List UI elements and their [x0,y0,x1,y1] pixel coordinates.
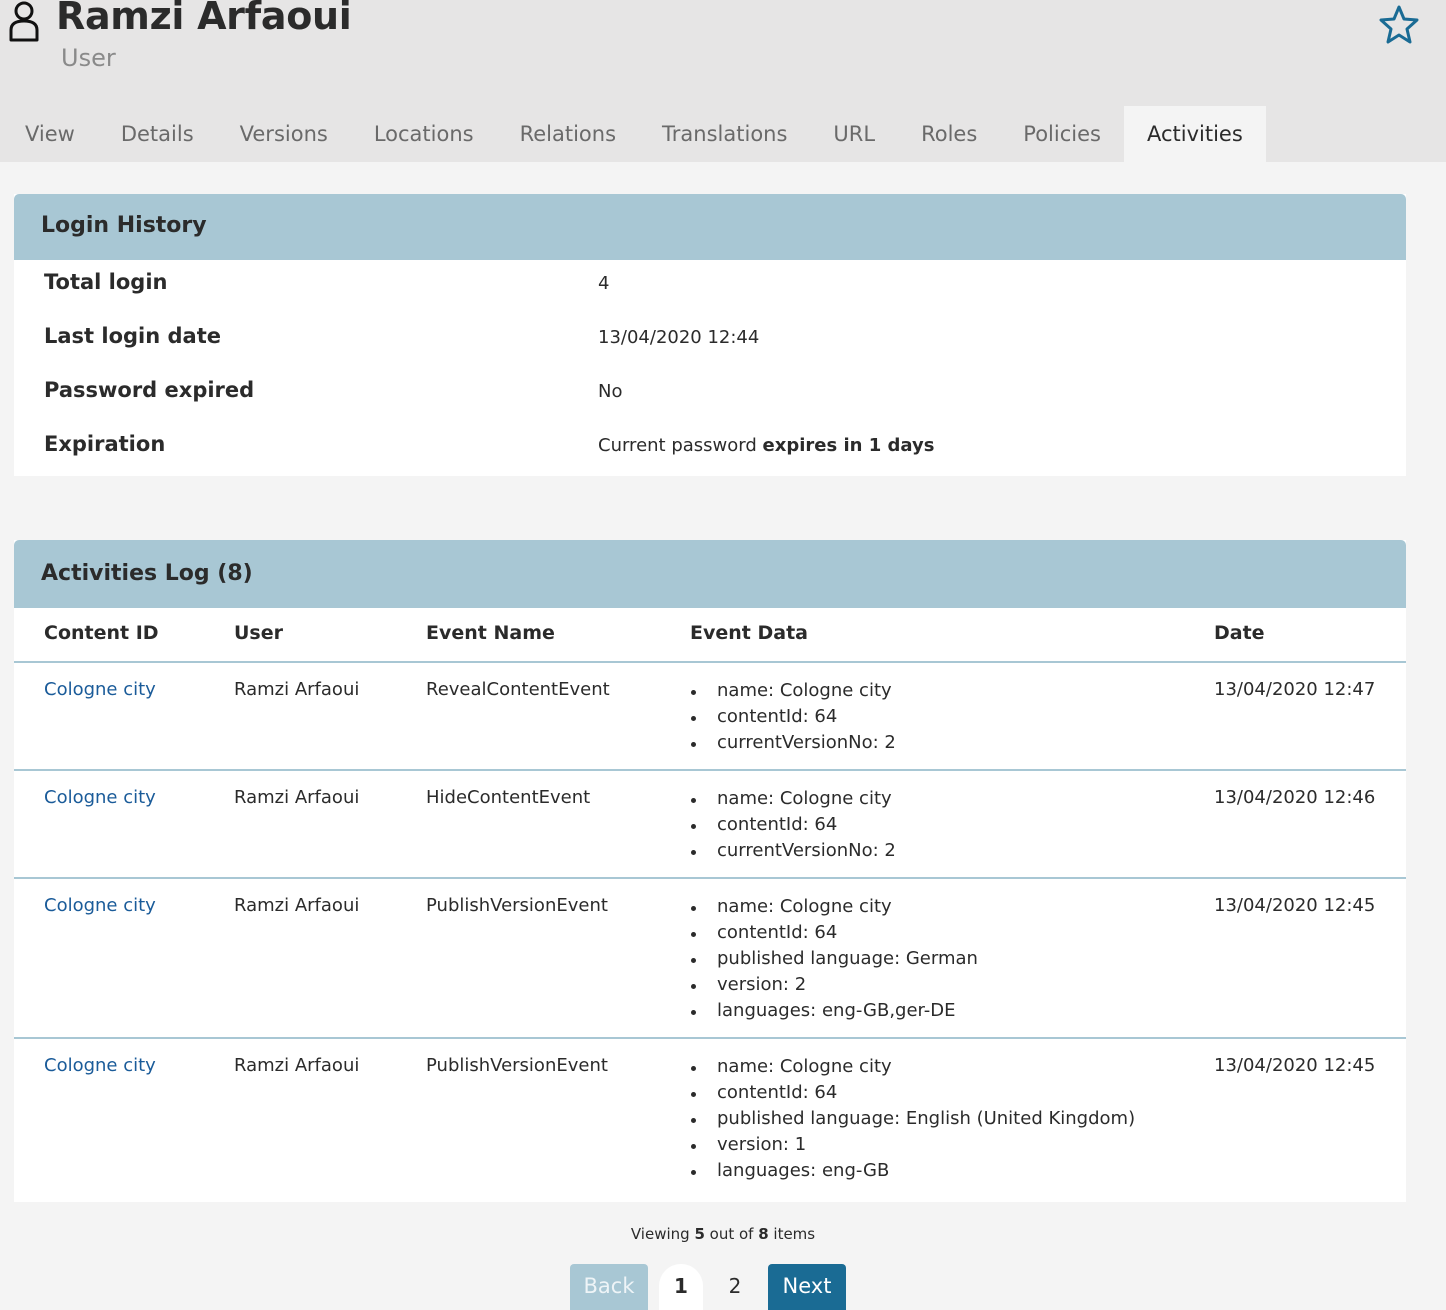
tab-bar: View Details Versions Locations Relation… [0,106,1266,162]
login-history-title: Login History [14,194,1406,260]
page-header: Ramzi Arfaoui User View Details Versions… [0,0,1446,162]
content-id-link[interactable]: Cologne city [44,679,156,700]
kv-label: Password expired [44,378,255,402]
tab-versions[interactable]: Versions [217,106,351,162]
event-data-item: languages: eng-GB [690,1158,1135,1184]
column-header: Event Data [690,622,808,644]
event-data-item: languages: eng-GB,ger-DE [690,998,978,1024]
total-login-row: Total login 4 [14,260,1406,314]
back-button[interactable]: Back [570,1264,648,1310]
kv-value: 4 [598,273,610,294]
viewing-summary: Viewing 5 out of 8 items [0,1225,1446,1243]
event-data-item: version: 2 [690,972,978,998]
expiration-emphasis: expires in 1 days [762,435,935,456]
pagination: Back 1 2 Next [0,1264,1446,1310]
viewing-total: 8 [758,1225,769,1243]
page-2-button[interactable]: 2 [713,1264,757,1310]
kv-label: Total login [44,270,168,294]
page-1-button[interactable]: 1 [659,1264,703,1310]
event-data-list: name: Cologne city contentId: 64 publish… [690,894,978,1024]
table-row: Cologne city Ramzi Arfaoui RevealContent… [14,663,1406,771]
activities-log-panel: Activities Log (8) Content ID User Event… [14,540,1406,1202]
page-subtitle: User [61,44,116,72]
event-data-item: contentId: 64 [690,812,896,838]
date-cell: 13/04/2020 12:45 [1214,895,1376,916]
login-history-panel: Login History Total login 4 Last login d… [14,194,1406,476]
event-data-item: name: Cologne city [690,894,978,920]
password-expired-row: Password expired No [14,368,1406,422]
user-cell: Ramzi Arfaoui [234,895,360,916]
event-data-item: contentId: 64 [690,920,978,946]
event-data-item: contentId: 64 [690,704,896,730]
event-data-item: currentVersionNo: 2 [690,838,896,864]
event-data-list: name: Cologne city contentId: 64 current… [690,678,896,756]
table-row: Cologne city Ramzi Arfaoui PublishVersio… [14,879,1406,1039]
tab-locations[interactable]: Locations [351,106,497,162]
star-icon[interactable] [1378,4,1420,44]
tab-details[interactable]: Details [98,106,217,162]
tab-translations[interactable]: Translations [639,106,810,162]
event-data-item: contentId: 64 [690,1080,1135,1106]
date-cell: 13/04/2020 12:45 [1214,1055,1376,1076]
tab-activities[interactable]: Activities [1123,106,1266,162]
event-name-cell: HideContentEvent [426,787,591,808]
expiration-prefix: Current password [598,435,763,456]
event-name-cell: PublishVersionEvent [426,895,608,916]
viewing-prefix: Viewing [630,1225,695,1243]
event-data-item: version: 1 [690,1132,1135,1158]
date-cell: 13/04/2020 12:46 [1214,787,1376,808]
tab-url[interactable]: URL [810,106,898,162]
kv-value: 13/04/2020 12:44 [598,327,760,348]
table-header: Content ID User Event Name Event Data Da… [14,608,1406,663]
table-row: Cologne city Ramzi Arfaoui HideContentEv… [14,771,1406,879]
activities-log-title: Activities Log (8) [14,540,1406,608]
content-id-link[interactable]: Cologne city [44,895,156,916]
event-data-item: name: Cologne city [690,678,896,704]
event-data-item: name: Cologne city [690,1054,1135,1080]
column-header: Event Name [426,622,555,644]
column-header: Content ID [44,622,159,644]
tab-view[interactable]: View [0,106,98,162]
event-data-item: name: Cologne city [690,786,896,812]
user-cell: Ramzi Arfaoui [234,679,360,700]
event-data-list: name: Cologne city contentId: 64 publish… [690,1054,1135,1184]
event-name-cell: RevealContentEvent [426,679,610,700]
event-data-list: name: Cologne city contentId: 64 current… [690,786,896,864]
column-header: Date [1214,622,1265,644]
column-header: User [234,622,283,644]
date-cell: 13/04/2020 12:47 [1214,679,1376,700]
last-login-row: Last login date 13/04/2020 12:44 [14,314,1406,368]
tab-relations[interactable]: Relations [497,106,639,162]
event-data-item: published language: German [690,946,978,972]
user-icon [8,0,40,42]
kv-label: Last login date [44,324,222,348]
content-id-link[interactable]: Cologne city [44,1055,156,1076]
event-data-item: currentVersionNo: 2 [690,730,896,756]
page-title: Ramzi Arfaoui [56,0,352,38]
user-cell: Ramzi Arfaoui [234,1055,360,1076]
user-cell: Ramzi Arfaoui [234,787,360,808]
tab-roles[interactable]: Roles [898,106,1000,162]
kv-value: Current password expires in 1 days [598,435,934,456]
tab-policies[interactable]: Policies [1000,106,1124,162]
viewing-shown: 5 [694,1225,705,1243]
next-button[interactable]: Next [768,1264,846,1310]
event-name-cell: PublishVersionEvent [426,1055,608,1076]
content-id-link[interactable]: Cologne city [44,787,156,808]
kv-label: Expiration [44,432,166,456]
kv-value: No [598,381,623,402]
expiration-row: Expiration Current password expires in 1… [14,422,1406,476]
table-row: Cologne city Ramzi Arfaoui PublishVersio… [14,1039,1406,1199]
viewing-middle: out of [704,1225,759,1243]
viewing-suffix: items [768,1225,816,1243]
event-data-item: published language: English (United King… [690,1106,1135,1132]
